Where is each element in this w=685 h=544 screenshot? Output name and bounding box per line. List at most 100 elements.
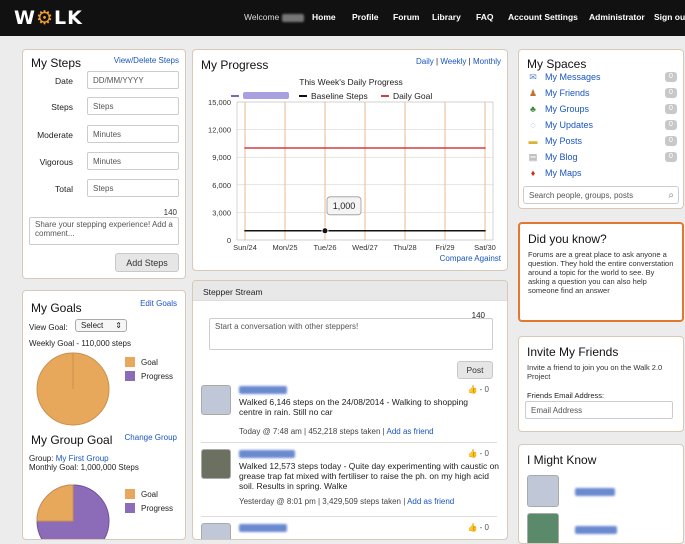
- x-tick-label: Sat/30: [474, 243, 496, 252]
- stepper-stream-title: Stepper Stream: [203, 287, 263, 297]
- nav-administrator[interactable]: Administrator: [589, 12, 645, 22]
- conversation-textarea[interactable]: Start a conversation with other steppers…: [209, 318, 493, 350]
- total-input[interactable]: Steps: [87, 179, 179, 197]
- steps-label: Steps: [51, 102, 73, 112]
- person-icon: ♟: [528, 88, 538, 98]
- space-item-messages[interactable]: ✉ My Messages: [527, 70, 677, 84]
- select-arrow-icon: ⇕: [115, 321, 122, 330]
- nav-account-settings[interactable]: Account Settings: [508, 12, 578, 22]
- i-might-know-panel: I Might Know: [518, 444, 684, 544]
- vigorous-input[interactable]: Minutes: [87, 152, 179, 170]
- nav-profile[interactable]: Profile: [352, 12, 378, 22]
- spaces-search-input[interactable]: Search people, groups, posts ⌕: [523, 186, 679, 204]
- compare-against-link[interactable]: Compare Against: [440, 254, 501, 263]
- y-tick-label: 6,000: [212, 181, 231, 190]
- avatar[interactable]: [527, 513, 559, 543]
- post-author-link[interactable]: [239, 385, 287, 394]
- posts-count-badge: 0: [665, 136, 677, 146]
- my-progress-title: My Progress: [201, 58, 269, 72]
- weekly-link[interactable]: Weekly: [440, 57, 466, 66]
- space-item-maps[interactable]: ♦ My Maps: [527, 166, 677, 180]
- nav-sign-out[interactable]: Sign out: [654, 12, 685, 22]
- legend-label: Daily Goal: [393, 91, 432, 101]
- view-delete-steps-link[interactable]: View/Delete Steps: [114, 56, 179, 65]
- add-as-friend-link[interactable]: Add as friend: [386, 427, 433, 436]
- group-text: Group: My First Group: [29, 454, 109, 463]
- series-point: [244, 230, 246, 232]
- updates-count-badge: 0: [665, 120, 677, 130]
- post-meta: Today @ 7:48 am | 452,218 steps taken | …: [239, 427, 434, 436]
- legend-goal-swatch: [125, 357, 135, 367]
- legend-progress-swatch: [125, 371, 135, 381]
- search-icon[interactable]: ⌕: [668, 190, 674, 201]
- post-text: Walked 6,146 steps on the 24/08/2014 - W…: [239, 397, 469, 417]
- suggested-user-link[interactable]: [575, 525, 617, 534]
- post-author-link[interactable]: [239, 523, 287, 532]
- post-button[interactable]: Post: [457, 361, 493, 379]
- series-point: [364, 230, 366, 232]
- avatar[interactable]: [201, 449, 231, 479]
- space-item-blog[interactable]: ▤ My Blog: [527, 150, 677, 164]
- series-point: [444, 230, 446, 232]
- series-point: [284, 147, 286, 149]
- invite-text: Invite a friend to join you on the Walk …: [527, 363, 663, 381]
- group-name-link[interactable]: My First Group: [56, 454, 109, 463]
- add-as-friend-link[interactable]: Add as friend: [407, 497, 454, 506]
- my-group-goal-title: My Group Goal: [31, 433, 113, 447]
- nav-home[interactable]: Home: [312, 12, 336, 22]
- monthly-link[interactable]: Monthly: [473, 57, 501, 66]
- nav-faq[interactable]: FAQ: [476, 12, 493, 22]
- nav-library[interactable]: Library: [432, 12, 461, 22]
- period-links: Daily | Weekly | Monthly: [416, 57, 501, 66]
- series-point: [364, 147, 366, 149]
- y-tick-label: 15,000: [208, 98, 231, 107]
- daily-link[interactable]: Daily: [416, 57, 434, 66]
- space-item-posts[interactable]: ▬ My Posts: [527, 134, 677, 148]
- thumbs-up-icon[interactable]: 👍: [467, 523, 477, 532]
- group-goal-pie: [36, 484, 110, 539]
- post-author-link[interactable]: [239, 449, 295, 458]
- date-input[interactable]: DD/MM/YYYY: [87, 71, 179, 89]
- space-item-updates[interactable]: ◌ My Updates: [527, 118, 677, 132]
- x-tick-label: Mon/25: [272, 243, 297, 252]
- goal-select[interactable]: Select ⇕: [75, 319, 127, 332]
- map-pin-icon: ♦: [530, 168, 536, 178]
- add-steps-button[interactable]: Add Steps: [115, 253, 179, 272]
- like-control[interactable]: 👍 - 0: [467, 523, 489, 532]
- stepper-stream-panel: Stepper Stream 140 Start a conversation …: [192, 280, 508, 540]
- nav-forum[interactable]: Forum: [393, 12, 419, 22]
- y-tick-label: 0: [227, 236, 231, 245]
- space-item-friends[interactable]: ♟ My Friends: [527, 86, 677, 100]
- legend-progress-label: Progress: [141, 372, 174, 381]
- stream-post: 👍 - 0: [201, 521, 497, 539]
- series-point: [244, 147, 246, 149]
- space-item-groups[interactable]: ♣ My Groups: [527, 102, 677, 116]
- like-control[interactable]: 👍 - 0: [467, 449, 489, 458]
- y-tick-label: 3,000: [212, 208, 231, 217]
- group-icon: ♣: [530, 104, 536, 114]
- avatar[interactable]: [201, 385, 231, 415]
- view-goal-label: View Goal:: [29, 323, 68, 332]
- groups-count-badge: 0: [665, 104, 677, 114]
- thumbs-up-icon[interactable]: 👍: [467, 449, 477, 458]
- legend-blurred-label: [243, 92, 289, 99]
- steps-input[interactable]: Steps: [87, 97, 179, 115]
- walk-logo[interactable]: W⚙LK: [14, 7, 83, 29]
- group-legend-progress-label: Progress: [141, 504, 174, 513]
- my-progress-panel: My Progress Daily | Weekly | Monthly Thi…: [192, 49, 508, 271]
- thumbs-up-icon[interactable]: 👍: [467, 385, 477, 394]
- friend-email-input[interactable]: Email Address: [525, 401, 673, 419]
- avatar[interactable]: [201, 523, 231, 539]
- series-point: [444, 147, 446, 149]
- my-goals-panel: My Goals Edit Goals View Goal: Select ⇕ W…: [22, 290, 186, 540]
- suggested-user-link[interactable]: [575, 487, 615, 496]
- change-group-link[interactable]: Change Group: [125, 433, 177, 442]
- document-icon: ▤: [528, 152, 538, 162]
- avatar[interactable]: [527, 475, 559, 507]
- moderate-input[interactable]: Minutes: [87, 125, 179, 143]
- comment-textarea[interactable]: Share your stepping experience! Add a co…: [29, 217, 179, 245]
- weekly-goal-pie: [36, 352, 110, 426]
- edit-goals-link[interactable]: Edit Goals: [140, 299, 177, 308]
- stream-post: 👍 - 0 Walked 6,146 steps on the 24/08/20…: [201, 383, 497, 443]
- like-control[interactable]: 👍 - 0: [467, 385, 489, 394]
